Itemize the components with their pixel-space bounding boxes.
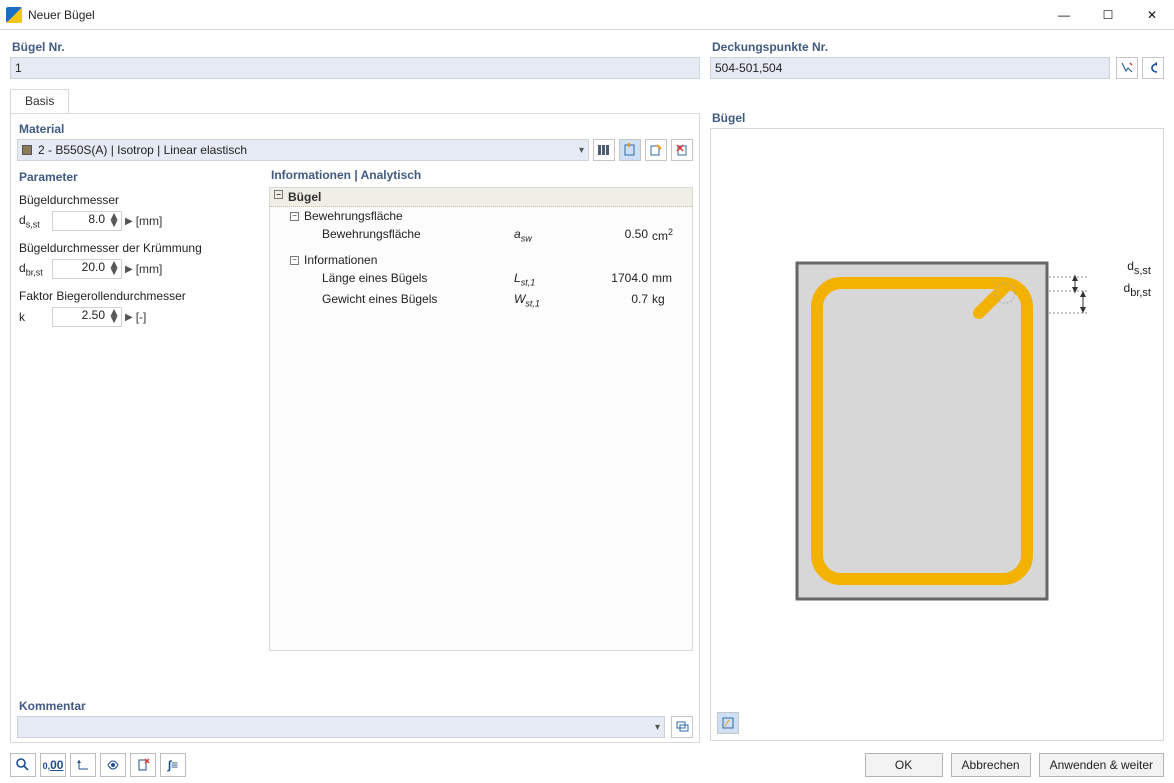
tree-group-informationen[interactable]: − Informationen bbox=[270, 251, 692, 269]
d-sst-step-button[interactable]: ▶ bbox=[125, 216, 133, 227]
tab-basis[interactable]: Basis bbox=[10, 89, 69, 113]
title-bar: Neuer Bügel — ☐ ✕ bbox=[0, 0, 1174, 30]
bottom-bar: 0,00 ∫≡ OK Abbrechen Anwenden & weiter bbox=[10, 749, 1164, 777]
info-section-label: Informationen | Analytisch bbox=[269, 165, 693, 187]
d-sst-input[interactable]: 8.0▲▼ bbox=[52, 211, 122, 231]
row-laenge: Länge eines Bügels Lst,1 1704.0 mm bbox=[270, 269, 692, 289]
d-brst-symbol: dbr,st bbox=[19, 261, 49, 277]
tree-group-bewehrung[interactable]: − Bewehrungsfläche bbox=[270, 207, 692, 225]
material-combo[interactable]: 2 - B550S(A) | Isotrop | Linear elastisc… bbox=[17, 139, 589, 161]
k-step-button[interactable]: ▶ bbox=[125, 312, 133, 323]
k-label: Faktor Biegerollendurchmesser bbox=[17, 289, 263, 307]
minimize-button[interactable]: — bbox=[1042, 0, 1086, 30]
help-button[interactable] bbox=[10, 753, 36, 777]
annot-dsst: ds,st bbox=[1127, 257, 1151, 277]
parameter-section-label: Parameter bbox=[17, 167, 263, 189]
preview-label: Bügel bbox=[710, 109, 1164, 128]
material-new-button[interactable] bbox=[619, 139, 641, 161]
bugel-nr-input[interactable]: 1 bbox=[10, 57, 700, 79]
bugel-nr-label: Bügel Nr. bbox=[10, 38, 700, 57]
view-button[interactable] bbox=[100, 753, 126, 777]
preview-mode-button[interactable] bbox=[717, 712, 739, 734]
row-bewehrungsflache: Bewehrungsfläche asw 0.50 cm2 bbox=[270, 225, 692, 245]
material-edit-button[interactable] bbox=[645, 139, 667, 161]
d-brst-unit: [mm] bbox=[136, 262, 163, 276]
d-sst-unit: [mm] bbox=[136, 214, 163, 228]
app-icon bbox=[6, 7, 22, 23]
k-input[interactable]: 2.50▲▼ bbox=[52, 307, 122, 327]
d-sst-symbol: ds,st bbox=[19, 213, 49, 229]
chevron-down-icon: ▾ bbox=[579, 145, 584, 156]
d-brst-label: Bügeldurchmesser der Krümmung bbox=[17, 241, 263, 259]
maximize-button[interactable]: ☐ bbox=[1086, 0, 1130, 30]
d-sst-label: Bügeldurchmesser bbox=[17, 193, 263, 211]
deckungspunkte-input[interactable]: 504-501,504 bbox=[710, 57, 1110, 79]
kommentar-edit-button[interactable] bbox=[671, 716, 693, 738]
collapse-icon[interactable]: − bbox=[290, 212, 299, 221]
deckungspunkte-label: Deckungspunkte Nr. bbox=[710, 38, 1164, 57]
material-library-button[interactable] bbox=[593, 139, 615, 161]
close-button[interactable]: ✕ bbox=[1130, 0, 1174, 30]
material-value: 2 - B550S(A) | Isotrop | Linear elastisc… bbox=[38, 143, 247, 157]
material-swatch-icon bbox=[22, 145, 32, 155]
kommentar-combo[interactable]: ▾ bbox=[17, 716, 665, 738]
cancel-button[interactable]: Abbrechen bbox=[951, 753, 1031, 777]
preview-canvas: ds,st dbr,st bbox=[710, 128, 1164, 741]
pick-points-icon-button[interactable] bbox=[1116, 57, 1138, 79]
info-tree: − Bügel − Bewehrungsfläche Bewehrungsflä… bbox=[269, 187, 693, 651]
window-title: Neuer Bügel bbox=[28, 8, 95, 22]
apply-next-button[interactable]: Anwenden & weiter bbox=[1039, 753, 1164, 777]
export-button[interactable] bbox=[130, 753, 156, 777]
kommentar-label: Kommentar bbox=[17, 697, 693, 716]
reverse-icon-button[interactable] bbox=[1142, 57, 1164, 79]
k-symbol: k bbox=[19, 310, 49, 324]
collapse-icon[interactable]: − bbox=[274, 190, 283, 199]
material-label: Material bbox=[17, 120, 693, 139]
coord-button[interactable] bbox=[70, 753, 96, 777]
ok-button[interactable]: OK bbox=[865, 753, 943, 777]
material-delete-button[interactable] bbox=[671, 139, 693, 161]
k-unit: [-] bbox=[136, 310, 147, 324]
row-gewicht: Gewicht eines Bügels Wst,1 0.7 kg bbox=[270, 290, 692, 310]
d-brst-step-button[interactable]: ▶ bbox=[125, 264, 133, 275]
tree-root[interactable]: − Bügel bbox=[270, 188, 692, 207]
units-button[interactable]: 0,00 bbox=[40, 753, 66, 777]
function-button[interactable]: ∫≡ bbox=[160, 753, 186, 777]
d-brst-input[interactable]: 20.0▲▼ bbox=[52, 259, 122, 279]
annot-dbrst: dbr,st bbox=[1124, 279, 1151, 299]
collapse-icon[interactable]: − bbox=[290, 256, 299, 265]
